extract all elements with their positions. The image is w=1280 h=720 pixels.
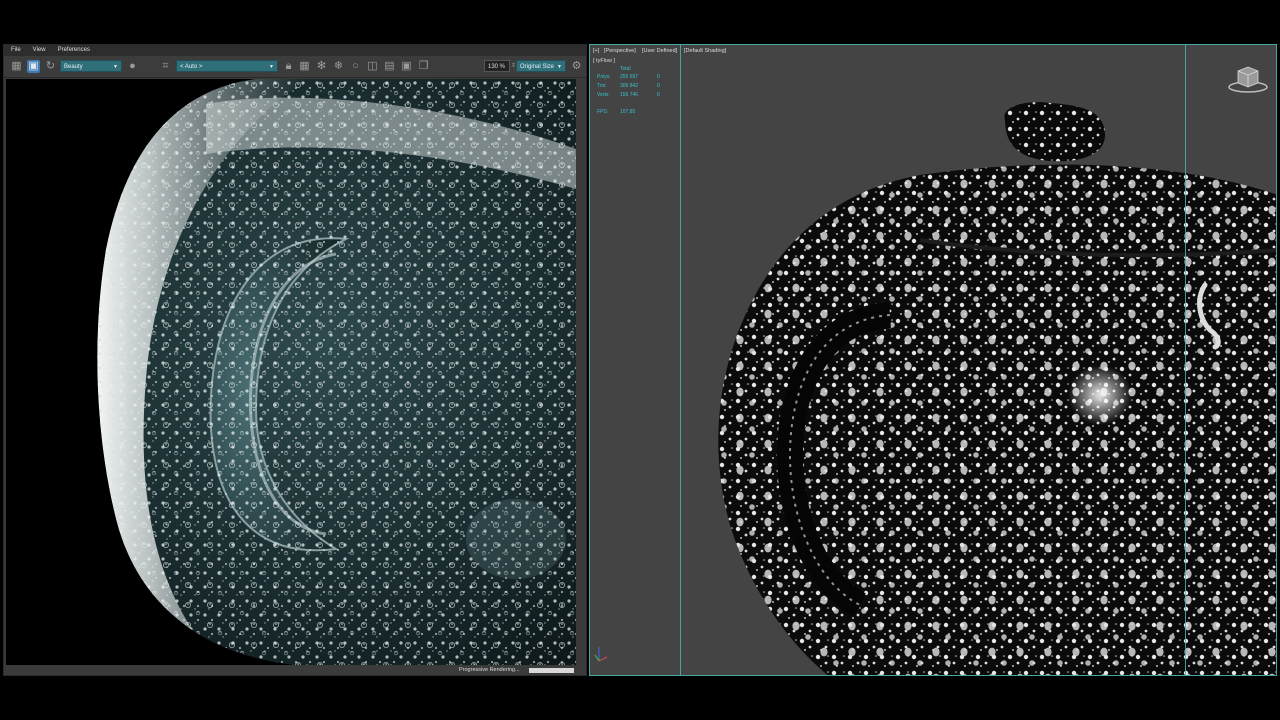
stats-verts-selected: 0 [657,92,660,98]
stats-header: Total [620,66,631,72]
chevron-down-icon: ▼ [113,64,118,70]
region-select[interactable]: < Auto > ▼ [176,60,278,72]
stats-polys-label: Polys: [597,74,611,80]
render-toolbar: ▦ ▣ ↻ Beauty ▼ ● ⌗ < Auto > ▼ 🔒︎ ▦ ✻ ❄ ○… [4,56,586,78]
settings-icon[interactable]: ⚙ [570,60,583,73]
perspective-viewport[interactable]: [+] [Perspective] [User Defined] [Defaul… [589,44,1277,676]
menu-view[interactable]: View [33,45,46,56]
status-bar: Progressive Rendering... [4,666,586,675]
size-mode-select[interactable]: Original Size ▼ [516,60,566,72]
snowflake-icon[interactable]: ✻ [315,60,328,73]
safe-frame-right [1185,45,1186,675]
render-active-icon[interactable]: ▣ [27,60,40,73]
region-value: < Auto > [180,64,203,70]
render-progress-bar [529,668,574,673]
viewport-object-label: [ tyFlow ] [593,58,616,64]
stats-fps-label: FPS: [597,109,609,115]
size-mode-value: Original Size [520,64,555,70]
stats-tris-selected: 0 [657,83,660,89]
save-icon[interactable]: ▣ [400,60,413,73]
sphere-icon[interactable]: ○ [349,60,362,73]
stats-verts-value: 156 746 [620,92,639,98]
lock-icon[interactable]: 🔒︎ [282,60,295,73]
zoom-field[interactable]: 130 % [484,60,510,72]
region-icon[interactable]: ◫ [366,60,379,73]
safe-frame-left [680,45,681,675]
grid-icon[interactable]: ▦ [298,60,311,73]
render-element-value: Beauty [64,64,83,70]
teapot-icon[interactable]: ● [126,60,139,73]
render-element-select[interactable]: Beauty ▼ [60,60,122,72]
status-text: Progressive Rendering... [459,667,520,673]
stats-polys-selected: 0 [657,74,660,80]
stats-fps-value: 107.85 [620,109,636,115]
render-frame-icon[interactable]: ▦ [10,60,23,73]
rendered-teapot-image [6,79,576,665]
menu-file[interactable]: File [11,45,21,56]
viewcube-icon[interactable] [1226,63,1270,95]
viewport-label-perspective[interactable]: [Perspective] [604,48,636,54]
chevron-down-icon: ▼ [269,64,274,70]
render-image [6,79,576,665]
viewport-label-shading[interactable]: [Default Shading] [684,48,726,54]
axis-tripod-icon [594,647,608,662]
viewport-label-user-defined[interactable]: [User Defined] [642,48,677,54]
menu-preferences[interactable]: Preferences [58,45,90,56]
render-frame-window: File View Preferences ▦ ▣ ↻ Beauty ▼ ● ⌗… [3,44,587,676]
chevron-down-icon: ▼ [557,64,562,70]
stats-tris-value: 306 842 [620,83,639,89]
layers-icon[interactable]: ▤ [383,60,396,73]
menu-bar: File View Preferences [4,45,586,56]
copy-icon[interactable]: ❐ [417,60,430,73]
refresh-icon[interactable]: ↻ [44,60,57,73]
zoom-value: 130 % [488,64,506,70]
viewport-scene [718,102,1276,675]
stats-tris-label: Tris: [597,83,607,89]
stats-polys-value: 255 697 [620,74,639,80]
crop-icon[interactable]: ⌗ [159,60,172,73]
snowflake-icon[interactable]: ❄ [332,60,345,73]
stats-verts-label: Verts: [597,92,610,98]
viewport-menu-plus[interactable]: [+] [593,48,599,54]
